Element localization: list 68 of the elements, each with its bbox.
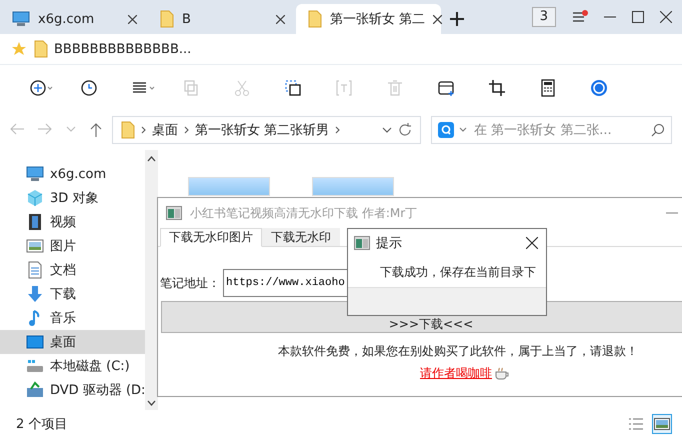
up-icon[interactable] — [90, 123, 102, 137]
picture-icon — [26, 237, 44, 255]
sidebar-item[interactable]: 文档 — [0, 258, 145, 282]
folder-icon — [34, 40, 48, 58]
computer-icon — [26, 165, 44, 183]
sidebar-item[interactable]: 视频 — [0, 210, 145, 234]
film-icon — [26, 213, 44, 231]
tab-count[interactable]: 3 — [532, 7, 556, 27]
browser-tab[interactable]: x6g.com — [0, 4, 145, 34]
app-window-icon — [166, 206, 182, 220]
browser-tab[interactable]: 第一张斩女 第二 — [296, 4, 441, 34]
chevron-right-icon — [141, 126, 146, 134]
desktop-icon — [26, 333, 44, 351]
chevron-down-icon[interactable] — [382, 126, 392, 134]
sidebar-item[interactable]: DVD 驱动器 (D: — [0, 378, 145, 402]
image-thumbnail[interactable] — [312, 177, 394, 196]
search-box[interactable]: 在 第一张斩女 第二张... — [431, 116, 672, 144]
breadcrumb[interactable]: 第一张斩女 第二张斩男 — [195, 121, 330, 139]
notice-text: 本款软件免费，如果您在别处购买了此软件，属于上当了，请退款！ — [278, 343, 639, 360]
sidebar-item[interactable]: 下载 — [0, 282, 145, 306]
computer-icon — [12, 11, 30, 27]
folder-icon — [308, 10, 322, 28]
cube-icon — [26, 189, 44, 207]
large-icons-view-icon[interactable] — [652, 414, 672, 434]
close-icon[interactable] — [660, 11, 672, 23]
maximize-icon[interactable] — [632, 11, 644, 23]
dialog-message: 下载成功，保存在当前目录下 — [380, 264, 536, 280]
disk-drive-icon — [26, 357, 44, 375]
item-count: 2 个项目 — [16, 416, 68, 433]
field-label: 笔记地址： — [160, 274, 220, 292]
search-engine-icon[interactable] — [438, 122, 454, 138]
close-icon[interactable] — [128, 14, 137, 24]
sidebar-item[interactable]: 桌面 — [0, 330, 145, 354]
window-title: 小红书笔记视频高清无水印下载 作者:Mr丁 — [190, 204, 418, 222]
donate-link[interactable]: 请作者喝咖啡 — [420, 365, 492, 382]
new-tab-icon[interactable] — [450, 12, 464, 26]
close-button[interactable] — [526, 237, 538, 249]
sidebar-item[interactable]: 音乐 — [0, 306, 145, 330]
close-icon[interactable] — [433, 14, 442, 24]
sidebar-item[interactable]: 本地磁盘 (C:) — [0, 354, 145, 378]
scroll-up-icon[interactable] — [147, 156, 156, 162]
breadcrumb[interactable]: 桌面 — [152, 121, 178, 139]
browser-tab[interactable]: B — [148, 4, 293, 34]
sidebar-item[interactable]: x6g.com — [0, 162, 145, 186]
dvd-drive-icon — [26, 381, 44, 399]
search-icon[interactable] — [651, 123, 665, 137]
dialog-title: 提示 — [376, 235, 402, 252]
sidebar-item[interactable]: 3D 对象 — [0, 186, 145, 210]
scroll-down-icon[interactable] — [147, 400, 156, 406]
refresh-icon[interactable] — [398, 123, 412, 137]
menu-icon[interactable] — [572, 10, 588, 24]
sidebar-item[interactable]: 图片 — [0, 234, 145, 258]
chevron-right-icon — [184, 126, 189, 134]
tab[interactable]: 下载无水印 — [262, 228, 340, 246]
chevron-down-icon[interactable] — [459, 127, 467, 133]
bookmark-item[interactable]: BBBBBBBBBBBBBB... — [34, 40, 192, 58]
folder-icon — [121, 121, 135, 139]
app-window-icon — [354, 236, 370, 250]
down-arrow-icon — [26, 285, 44, 303]
close-icon[interactable] — [276, 14, 285, 24]
address-bar[interactable]: 桌面 第一张斩女 第二张斩男 — [112, 116, 421, 144]
coffee-cup-icon — [494, 367, 510, 380]
chevron-right-icon[interactable] — [335, 126, 340, 134]
star-icon[interactable] — [12, 42, 26, 56]
document-icon — [26, 261, 44, 279]
tab[interactable]: 下载无水印图片 — [160, 228, 262, 247]
folder-icon — [160, 10, 174, 28]
image-thumbnail[interactable] — [188, 177, 270, 196]
